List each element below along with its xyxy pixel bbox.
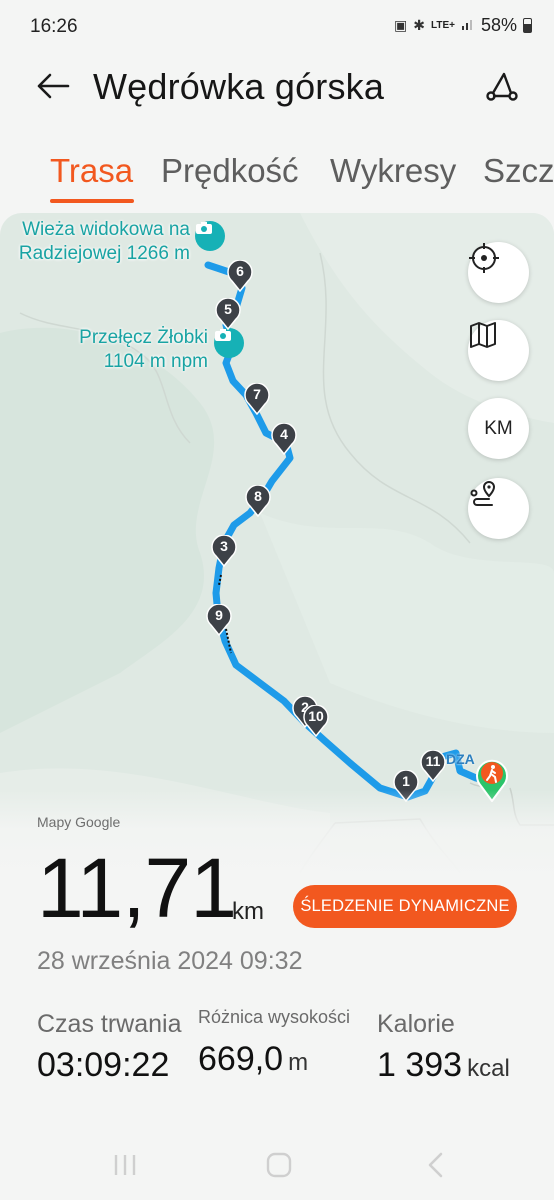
calories-label: Kalorie bbox=[377, 1010, 455, 1038]
km-marker-label: 8 bbox=[254, 488, 262, 504]
camera-icon[interactable] bbox=[195, 221, 225, 251]
km-marker-label: 9 bbox=[215, 607, 223, 623]
back-nav-button[interactable] bbox=[420, 1150, 450, 1180]
start-place-label: DZA bbox=[446, 751, 475, 767]
km-marker-label: 7 bbox=[253, 386, 261, 402]
status-bar: 16:26 ▣ ✱ LTE+ 58% bbox=[0, 0, 554, 52]
km-marker-label: 1 bbox=[402, 773, 410, 789]
km-marker-3[interactable]: 3 bbox=[211, 535, 237, 567]
crosshair-icon bbox=[469, 243, 499, 273]
route-pin-icon bbox=[470, 480, 496, 506]
calories-value: 1 393 kcal bbox=[377, 1046, 510, 1085]
units-button[interactable]: KM bbox=[468, 398, 529, 459]
km-marker-label: 11 bbox=[425, 753, 441, 769]
back-chevron-icon bbox=[428, 1152, 443, 1178]
tab-details[interactable]: Szcz bbox=[483, 152, 554, 190]
locate-button[interactable] bbox=[468, 242, 529, 303]
calories-number: 1 393 bbox=[377, 1046, 463, 1084]
distance-value: 11,71 bbox=[37, 841, 237, 935]
poi-radziejowa-line1: Wieża widokowa na bbox=[22, 219, 190, 240]
camera-icon[interactable] bbox=[214, 328, 244, 358]
status-icons: ▣ ✱ LTE+ 58% bbox=[394, 15, 532, 36]
signal-icon bbox=[461, 17, 475, 34]
back-button[interactable] bbox=[30, 66, 76, 106]
tab-speed[interactable]: Prędkość bbox=[161, 152, 299, 190]
km-marker-label: 6 bbox=[236, 263, 244, 279]
summary-panel: Mapy Google 11,71 km ŚLEDZENIE DYNAMICZN… bbox=[0, 790, 554, 1130]
calories-unit: kcal bbox=[467, 1055, 510, 1082]
app-header: Wędrówka górska bbox=[0, 52, 554, 124]
km-marker-label: 4 bbox=[280, 426, 288, 442]
battery-percent: 58% bbox=[480, 15, 517, 35]
duration-label: Czas trwania bbox=[37, 1010, 182, 1038]
page-title: Wędrówka górska bbox=[93, 66, 385, 107]
workout-date: 28 września 2024 09:32 bbox=[37, 947, 303, 975]
recent-apps-icon bbox=[114, 1155, 136, 1175]
map-layers-button[interactable] bbox=[468, 320, 529, 381]
units-label: KM bbox=[484, 417, 513, 439]
recent-apps-button[interactable] bbox=[108, 1150, 142, 1180]
network-type: LTE+ bbox=[430, 20, 455, 31]
home-icon bbox=[266, 1152, 292, 1178]
poi-radziejowa-line2: Radziejowej 1266 m bbox=[18, 243, 190, 264]
elevation-value: 669,0 m bbox=[198, 1040, 308, 1079]
km-marker-4[interactable]: 4 bbox=[271, 423, 297, 455]
elevation-unit: m bbox=[288, 1049, 309, 1076]
tab-route[interactable]: Trasa bbox=[50, 152, 133, 190]
home-button[interactable] bbox=[262, 1150, 296, 1180]
map-attribution: Mapy Google bbox=[37, 814, 121, 830]
km-marker-8[interactable]: 8 bbox=[245, 485, 271, 517]
route-edit-icon bbox=[486, 72, 518, 101]
km-marker-9[interactable]: 9 bbox=[206, 604, 232, 636]
edit-route-button[interactable] bbox=[480, 64, 524, 108]
km-marker-label: 5 bbox=[224, 301, 232, 317]
route-map[interactable]: Wieża widokowa na Radziejowej 1266 m Prz… bbox=[0, 213, 554, 873]
live-tracking-button[interactable]: ŚLEDZENIE DYNAMICZNE bbox=[293, 885, 517, 928]
arrow-left-icon bbox=[37, 73, 70, 99]
bluetooth-icon: ✱ bbox=[413, 17, 425, 33]
map-icon bbox=[470, 322, 496, 348]
active-tab-indicator bbox=[50, 199, 134, 203]
system-nav-bar bbox=[0, 1130, 554, 1200]
km-marker-6[interactable]: 6 bbox=[227, 260, 253, 292]
duration-number: 03:09:22 bbox=[37, 1046, 170, 1084]
duration-value: 03:09:22 bbox=[37, 1046, 169, 1085]
sim-icon: ▣ bbox=[394, 17, 408, 33]
km-marker-5[interactable]: 5 bbox=[215, 298, 241, 330]
distance-unit: km bbox=[232, 898, 264, 925]
tab-bar: Trasa Prędkość Wykresy Szcz bbox=[0, 148, 554, 208]
status-time: 16:26 bbox=[30, 16, 78, 37]
map-background bbox=[0, 213, 554, 873]
poi-zlobki-line1: Przełęcz Żłobki bbox=[79, 327, 208, 348]
elevation-label: Różnica wysokości bbox=[198, 1007, 351, 1027]
km-marker-11[interactable]: 11 bbox=[420, 750, 446, 782]
km-marker-label: 3 bbox=[220, 538, 228, 554]
poi-zlobki-pass[interactable]: Przełęcz Żłobki 1104 m npm bbox=[40, 326, 208, 374]
route-pin-button[interactable] bbox=[468, 478, 529, 539]
tab-charts[interactable]: Wykresy bbox=[330, 152, 456, 190]
poi-radziejowa-tower[interactable]: Wieża widokowa na Radziejowej 1266 m bbox=[0, 218, 190, 266]
poi-zlobki-line2: 1104 m npm bbox=[103, 351, 208, 372]
km-marker-7[interactable]: 7 bbox=[244, 383, 270, 415]
km-marker-label: 10 bbox=[308, 708, 324, 724]
elevation-number: 669,0 bbox=[198, 1040, 284, 1078]
km-marker-10[interactable]: 10 bbox=[303, 705, 329, 737]
battery-icon bbox=[523, 18, 532, 33]
